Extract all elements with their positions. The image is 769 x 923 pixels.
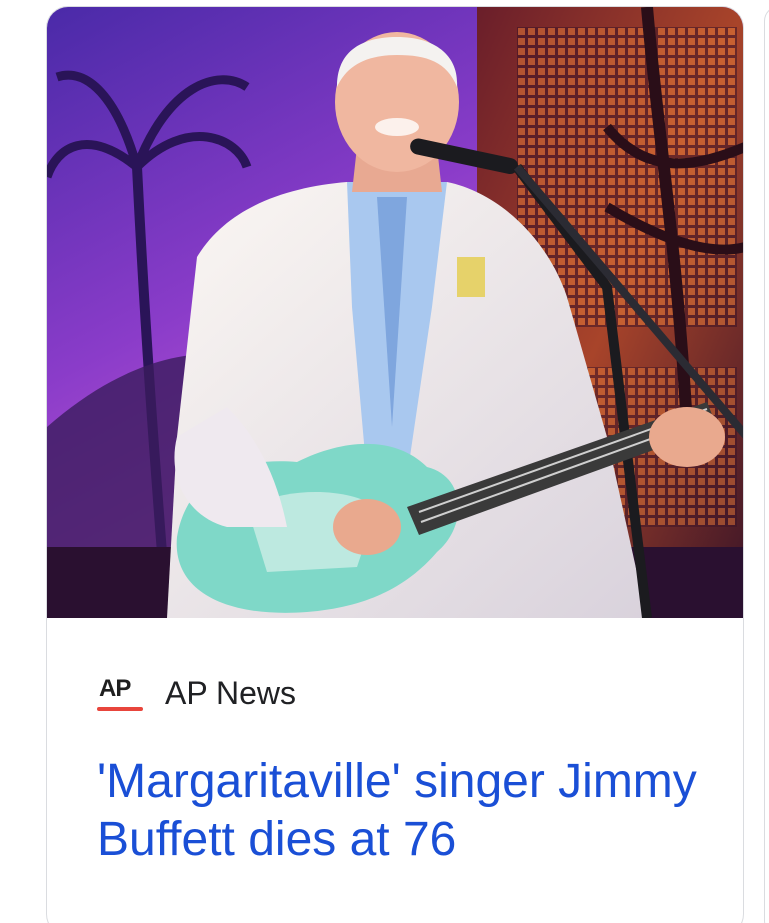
news-source: AP AP News <box>97 671 296 715</box>
news-headline-link[interactable]: 'Margaritaville' singer Jimmy Buffett di… <box>97 753 717 869</box>
next-news-card[interactable] <box>764 6 769 923</box>
ap-logo-text: AP <box>99 675 131 702</box>
news-card[interactable]: AP AP News 'Margaritaville' singer Jimmy… <box>46 6 744 923</box>
ap-logo-icon: AP <box>97 673 143 713</box>
concert-photo <box>47 7 743 618</box>
news-carousel: AP AP News 'Margaritaville' singer Jimmy… <box>0 0 769 923</box>
ap-logo-underline <box>97 707 143 711</box>
news-thumbnail-image[interactable] <box>47 7 743 618</box>
source-name: AP News <box>165 675 297 711</box>
